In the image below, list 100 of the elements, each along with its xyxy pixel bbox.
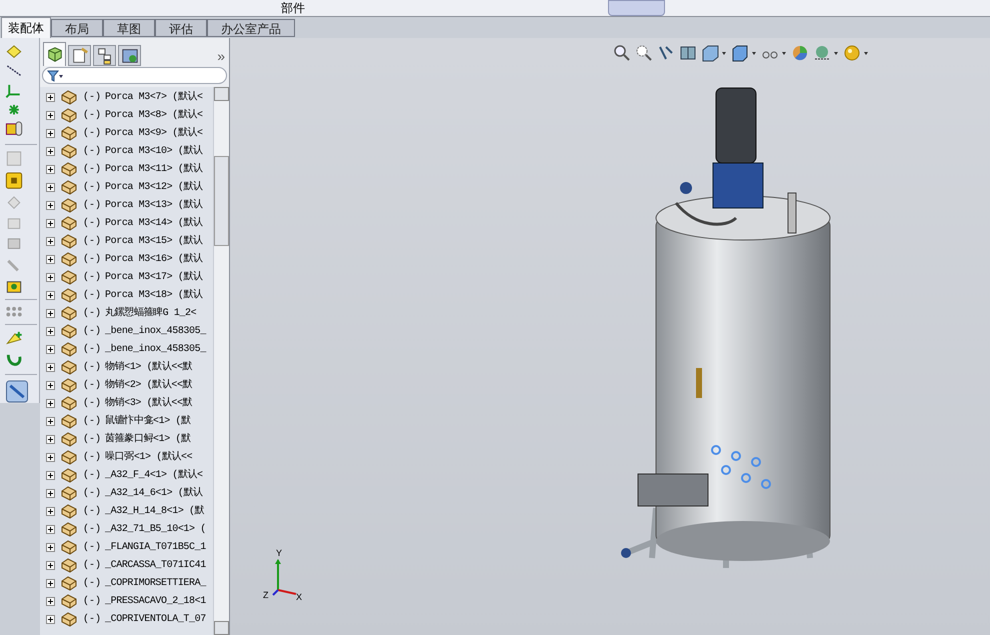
part-icon bbox=[60, 377, 78, 393]
expand-icon[interactable] bbox=[46, 236, 55, 246]
command-tab[interactable]: 评估 bbox=[155, 19, 207, 37]
expand-icon[interactable] bbox=[46, 506, 55, 516]
item-state: (-) bbox=[83, 252, 102, 266]
expand-icon[interactable] bbox=[46, 110, 55, 120]
tree-item[interactable]: (-) 物销<3> (默认<<默 bbox=[40, 394, 213, 412]
expand-icon[interactable] bbox=[46, 146, 55, 156]
tree-item[interactable]: (-) Porca M3<13> (默认 bbox=[40, 196, 213, 214]
item-state: (-) bbox=[83, 198, 102, 212]
expand-icon[interactable] bbox=[46, 488, 55, 498]
tree-item[interactable]: (-) Porca M3<9> (默认< bbox=[40, 124, 213, 142]
item-label: _COPRIVENTOLA_T_07 bbox=[105, 612, 206, 626]
expand-icon[interactable] bbox=[46, 470, 55, 480]
expand-icon[interactable] bbox=[46, 578, 55, 588]
tree-item[interactable]: (-) 鼠镳忭中龛<1> (默 bbox=[40, 412, 213, 430]
tree-item[interactable]: (-) Porca M3<8> (默认< bbox=[40, 106, 213, 124]
expand-icon[interactable] bbox=[46, 272, 55, 282]
expand-icon[interactable] bbox=[46, 398, 55, 408]
expand-icon[interactable] bbox=[46, 326, 55, 336]
expand-icon[interactable] bbox=[46, 254, 55, 264]
tree-item[interactable]: (-) Porca M3<11> (默认 bbox=[40, 160, 213, 178]
expand-icon[interactable] bbox=[46, 200, 55, 210]
panel-tab[interactable] bbox=[118, 45, 141, 66]
section-view-icon[interactable] bbox=[679, 44, 697, 62]
tree-item[interactable]: (-) _A32_71_B5_10<1> ( bbox=[40, 520, 213, 538]
zoom-area-icon[interactable] bbox=[635, 44, 653, 62]
expand-icon[interactable] bbox=[46, 416, 55, 426]
tree-item[interactable]: (-) Porca M3<12> (默认 bbox=[40, 178, 213, 196]
axis-icon[interactable] bbox=[5, 64, 23, 78]
cube-view-icon[interactable] bbox=[701, 44, 727, 62]
item-label: _bene_inox_458305_ bbox=[105, 342, 206, 356]
tree-item[interactable]: (-) Porca M3<17> (默认 bbox=[40, 268, 213, 286]
tree-item[interactable]: (-) _A32_F_4<1> (默认< bbox=[40, 466, 213, 484]
expand-icon[interactable] bbox=[46, 560, 55, 570]
expand-icon[interactable] bbox=[46, 452, 55, 462]
scrollbar[interactable] bbox=[213, 87, 229, 635]
display-style-icon[interactable] bbox=[731, 44, 757, 62]
scene-icon[interactable] bbox=[813, 44, 839, 62]
expand-icon[interactable] bbox=[46, 614, 55, 624]
command-tab[interactable]: 布局 bbox=[51, 19, 103, 37]
tree-item[interactable]: (-) _bene_inox_458305_ bbox=[40, 340, 213, 358]
appearance-icon[interactable] bbox=[791, 44, 809, 62]
tree-item[interactable]: (-) _bene_inox_458305_ bbox=[40, 322, 213, 340]
plane-icon[interactable] bbox=[5, 44, 23, 60]
tree-item[interactable]: (-) Porca M3<16> (默认 bbox=[40, 250, 213, 268]
expand-icon[interactable] bbox=[46, 542, 55, 552]
item-label: _A32_14_6<1> (默认 bbox=[105, 486, 203, 500]
filter-field[interactable] bbox=[42, 67, 227, 84]
expand-icon[interactable] bbox=[46, 362, 55, 372]
tree-item[interactable]: (-) _PRESSACAVO_2_18<1 bbox=[40, 592, 213, 610]
tree-item[interactable]: (-) _COPRIVENTOLA_T_07 bbox=[40, 610, 213, 628]
expand-icon[interactable] bbox=[46, 434, 55, 444]
expand-icon[interactable] bbox=[46, 380, 55, 390]
panel-tab[interactable] bbox=[93, 45, 116, 66]
panel-tab[interactable] bbox=[68, 45, 91, 66]
tree-item[interactable]: (-) _A32_H_14_8<1> (默 bbox=[40, 502, 213, 520]
tree-item[interactable]: (-) _A32_14_6<1> (默认 bbox=[40, 484, 213, 502]
tree-item[interactable]: (-) 噪口弼<1> (默认<< bbox=[40, 448, 213, 466]
document-icon bbox=[70, 46, 88, 64]
item-state: (-) bbox=[83, 90, 102, 104]
mate-icon[interactable] bbox=[5, 121, 25, 137]
tree-item[interactable]: (-) 物销<2> (默认<<默 bbox=[40, 376, 213, 394]
scroll-thumb[interactable] bbox=[214, 156, 229, 246]
scroll-down-button[interactable] bbox=[214, 621, 229, 635]
command-tab[interactable]: 装配体 bbox=[1, 17, 51, 38]
tree-item[interactable]: (-) Porca M3<10> (默认 bbox=[40, 142, 213, 160]
sketch-icon[interactable] bbox=[5, 380, 29, 403]
part-icon bbox=[60, 161, 78, 177]
part-icon bbox=[60, 305, 78, 321]
tree-item[interactable]: (-) _CARCASSA_T071IC41 bbox=[40, 556, 213, 574]
expand-icon[interactable] bbox=[46, 218, 55, 228]
expand-icon[interactable] bbox=[46, 344, 55, 354]
graphics-viewport[interactable]: Y Z X bbox=[230, 38, 990, 635]
expand-icon[interactable] bbox=[46, 128, 55, 138]
toolbar-label[interactable]: 部件 bbox=[281, 1, 305, 15]
scroll-up-button[interactable] bbox=[214, 87, 229, 101]
new-part-icon[interactable] bbox=[5, 172, 23, 189]
expand-icon[interactable] bbox=[46, 92, 55, 102]
expand-icon[interactable] bbox=[46, 290, 55, 300]
expand-icon[interactable] bbox=[46, 308, 55, 318]
panel-tab[interactable] bbox=[43, 42, 66, 66]
command-tab[interactable]: 办公室产品 bbox=[207, 19, 295, 37]
expand-icon[interactable] bbox=[46, 596, 55, 606]
tree-item[interactable]: (-) 物销<1> (默认<<默 bbox=[40, 358, 213, 376]
command-tab[interactable]: 草图 bbox=[103, 19, 155, 37]
tree-item[interactable]: (-) _COPRIMORSETTIERA_ bbox=[40, 574, 213, 592]
tree-item[interactable]: (-) Porca M3<14> (默认 bbox=[40, 214, 213, 232]
expand-icon[interactable] bbox=[46, 182, 55, 192]
axis-label: Z bbox=[263, 590, 268, 600]
more-tabs-button[interactable]: » bbox=[217, 49, 225, 63]
tree-item[interactable]: (-) 茵箍豢口鲟<1> (默 bbox=[40, 430, 213, 448]
expand-icon[interactable] bbox=[46, 524, 55, 534]
tree-item[interactable]: (-) Porca M3<7> (默认< bbox=[40, 88, 213, 106]
tree-item[interactable]: (-) _FLANGIA_T071B5C_1 bbox=[40, 538, 213, 556]
tree-item[interactable]: (-) Porca M3<15> (默认 bbox=[40, 232, 213, 250]
tree-item[interactable]: (-) Porca M3<18> (默认 bbox=[40, 286, 213, 304]
tree-item[interactable]: (-) 丸鏍愬蝠箍睥G 1_2< bbox=[40, 304, 213, 322]
zoom-to-fit-icon[interactable] bbox=[613, 44, 631, 62]
expand-icon[interactable] bbox=[46, 164, 55, 174]
